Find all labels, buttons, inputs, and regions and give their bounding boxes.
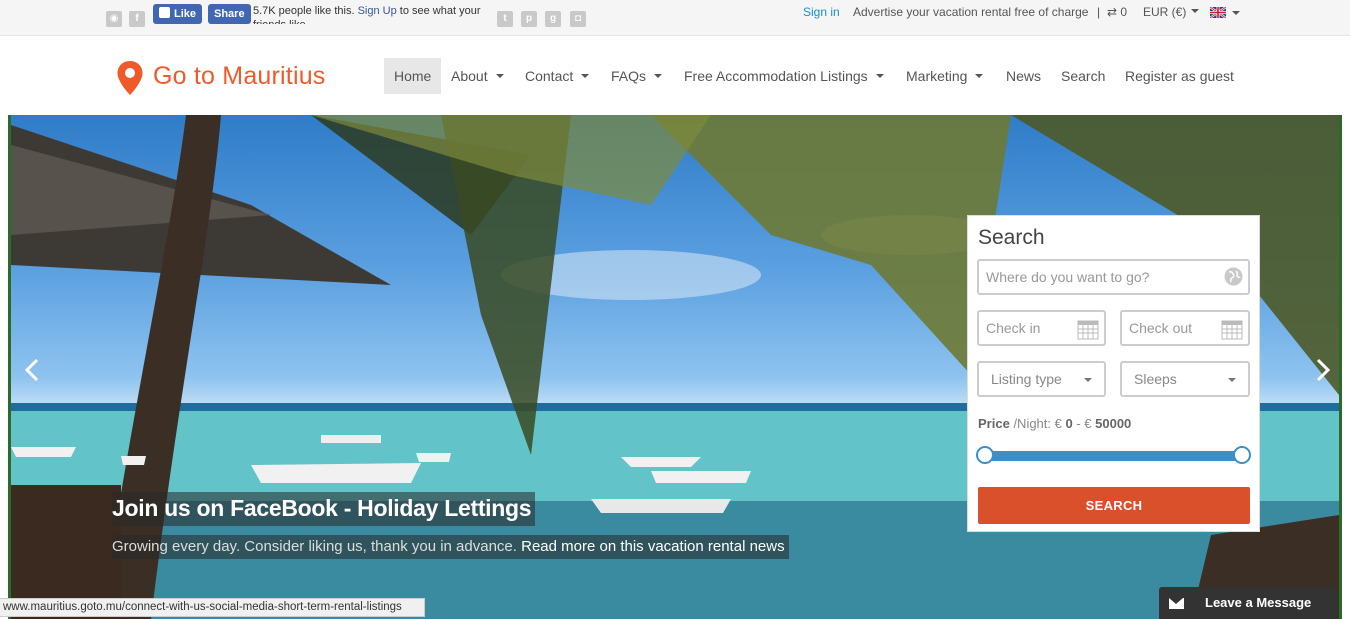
slide-title: Join us on FaceBook - Holiday Lettings	[112, 492, 536, 526]
thumbs-up-icon	[159, 7, 170, 18]
chevron-down-icon	[654, 74, 663, 78]
nav-register-as-guest[interactable]: Register as guest	[1125, 58, 1234, 94]
facebook-share-button[interactable]: Share	[208, 4, 251, 24]
chevron-down-icon	[875, 74, 884, 78]
chevron-down-icon	[1228, 378, 1236, 382]
nav-search[interactable]: Search	[1061, 58, 1105, 94]
facebook-like-button[interactable]: Like	[153, 4, 203, 24]
price-slider-min-handle[interactable]	[976, 446, 994, 464]
instagram-icon[interactable]: ◘	[570, 11, 586, 27]
globe-icon	[1224, 267, 1243, 286]
slider-prev-arrow-icon[interactable]	[18, 355, 48, 385]
leave-message-button[interactable]: Leave a Message	[1159, 587, 1337, 619]
browser-status-url: www.mauritius.goto.mu/connect-with-us-so…	[0, 598, 425, 617]
nav-marketing[interactable]: Marketing	[906, 58, 984, 94]
nav-contact[interactable]: Contact	[525, 58, 590, 94]
chevron-down-icon	[581, 74, 590, 78]
logo-text: Go to Mauritius	[153, 62, 326, 90]
top-bar: ◉ f Like Share 5.7K people like this. Si…	[0, 0, 1350, 36]
search-title: Search	[978, 226, 1045, 249]
site-header: Go to Mauritius Home About Contact FAQs …	[0, 36, 1350, 116]
twitter-icon[interactable]: t	[497, 11, 513, 27]
divider: |	[1097, 5, 1101, 19]
chevron-down-icon	[1191, 9, 1200, 13]
search-panel: Search Where do you want to go? Check in…	[967, 215, 1260, 532]
search-button[interactable]: SEARCH	[978, 487, 1250, 524]
check-out-input[interactable]: Check out	[1120, 310, 1250, 346]
language-selector[interactable]	[1209, 6, 1241, 21]
check-in-input[interactable]: Check in	[977, 310, 1106, 346]
price-slider-track[interactable]	[985, 451, 1243, 461]
chevron-down-icon	[975, 74, 984, 78]
slide-subtitle: Growing every day. Consider liking us, t…	[112, 535, 789, 559]
read-more-link[interactable]: Read more on this vacation rental news	[521, 538, 784, 555]
calendar-icon	[1221, 320, 1243, 340]
facebook-icon[interactable]: f	[129, 11, 145, 27]
price-range-label: Price /Night: € 0 - € 50000	[978, 416, 1132, 431]
uk-flag-icon	[1209, 6, 1227, 19]
price-slider-max-handle[interactable]	[1233, 446, 1251, 464]
pinterest-icon[interactable]: p	[521, 11, 537, 27]
nav-about[interactable]: About	[451, 58, 504, 94]
currency-selector[interactable]: EUR (€)	[1143, 5, 1200, 19]
google-plus-icon[interactable]: g	[545, 11, 561, 27]
rss-icon[interactable]: ◉	[106, 11, 122, 27]
slider-next-arrow-icon[interactable]	[1307, 355, 1337, 385]
sign-in-link[interactable]: Sign in	[803, 5, 840, 19]
compare-arrows-icon: ⇄	[1107, 5, 1118, 19]
listing-type-select[interactable]: Listing type	[977, 361, 1106, 397]
nav-home[interactable]: Home	[384, 58, 442, 94]
calendar-icon	[1077, 320, 1099, 340]
nav-faqs[interactable]: FAQs	[611, 58, 663, 94]
sleeps-select[interactable]: Sleeps	[1120, 361, 1250, 397]
nav-free-accommodation-listings[interactable]: Free Accommodation Listings	[684, 58, 884, 94]
destination-input[interactable]: Where do you want to go?	[977, 259, 1250, 295]
facebook-signup-link[interactable]: Sign Up	[358, 5, 397, 17]
chevron-down-icon	[1084, 378, 1092, 382]
advertise-link[interactable]: Advertise your vacation rental free of c…	[853, 5, 1088, 19]
facebook-like-count: 5.7K people like this. Sign Up to see wh…	[253, 5, 481, 24]
chevron-down-icon	[495, 74, 504, 78]
map-pin-icon	[117, 61, 143, 95]
nav-news[interactable]: News	[1006, 58, 1041, 94]
chevron-down-icon	[1232, 11, 1241, 15]
compare-link[interactable]: ⇄ 0	[1107, 5, 1127, 19]
envelope-icon	[1169, 598, 1184, 609]
